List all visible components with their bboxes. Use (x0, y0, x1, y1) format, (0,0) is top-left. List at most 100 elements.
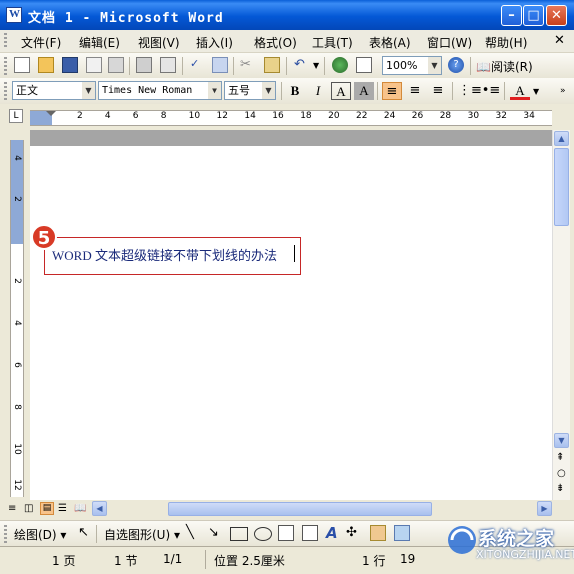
print-icon[interactable] (136, 57, 152, 73)
toolbar-separator (324, 57, 325, 75)
ruler-number: 26 (411, 111, 424, 121)
numbering-button[interactable]: ⋮≡ (458, 82, 482, 100)
scroll-right-icon[interactable]: ▶ (537, 501, 552, 516)
web-view-icon[interactable]: ◫ (24, 503, 33, 514)
clipart-icon[interactable] (370, 525, 386, 541)
font-select[interactable]: Times New Roman ▼ (98, 81, 222, 100)
menu-grip[interactable] (4, 33, 7, 49)
chevron-down-icon: ▼ (208, 82, 221, 99)
bullets-button[interactable]: •≡ (481, 82, 501, 100)
save-icon[interactable] (62, 57, 78, 73)
document-text[interactable]: WORD 文本超级链接不带下划线的办法 (52, 245, 277, 264)
read-button[interactable]: 📖阅读(R) (476, 58, 533, 75)
horizontal-ruler[interactable]: 2 4 6 8 10 12 14 16 18 20 22 24 26 28 30 32 34 (30, 110, 552, 126)
menu-help[interactable]: 帮助(H) (485, 34, 527, 51)
chevron-down-icon: ▼ (428, 57, 441, 74)
vertical-ruler-number: 10 (12, 443, 22, 455)
close-document-icon[interactable]: ✕ (554, 33, 565, 48)
hyperlink-icon[interactable] (332, 57, 348, 73)
document-page[interactable]: WORD 文本超级链接不带下划线的办法 5 (30, 130, 552, 500)
line-icon[interactable]: ╲ (186, 525, 194, 540)
help-icon[interactable]: ? (448, 57, 464, 73)
align-left-button[interactable]: ≡ (382, 82, 402, 100)
close-button[interactable]: ✕ (546, 5, 567, 26)
picture-icon[interactable] (394, 525, 410, 541)
status-divider (205, 550, 206, 569)
undo-icon[interactable]: ↶ (294, 57, 310, 73)
menu-file[interactable]: 文件(F) (21, 34, 61, 51)
char-shading-button[interactable]: A (354, 82, 374, 100)
arrow-icon[interactable]: ↘ (208, 525, 219, 540)
menu-edit[interactable]: 编辑(E) (79, 34, 120, 51)
toolbar-separator (377, 82, 378, 100)
align-right-button[interactable]: ≡ (428, 82, 448, 100)
rectangle-icon[interactable] (230, 527, 248, 541)
reading-view-icon[interactable]: 📖 (74, 503, 86, 514)
table-icon[interactable] (356, 57, 372, 73)
undo-dropdown-icon[interactable]: ▼ (313, 61, 319, 70)
chevron-down-icon: ▼ (262, 82, 275, 99)
new-document-icon[interactable] (14, 57, 30, 73)
ruler-number: 14 (244, 111, 256, 121)
horizontal-scroll-thumb[interactable] (168, 502, 432, 516)
wordart-icon[interactable]: A (326, 524, 338, 542)
print-preview-icon[interactable] (160, 57, 176, 73)
select-pointer-icon[interactable]: ↖ (78, 525, 89, 540)
word-app-icon[interactable] (6, 7, 22, 23)
minimize-button[interactable]: – (501, 5, 522, 26)
menu-tools[interactable]: 工具(T) (312, 34, 353, 51)
textbox-icon[interactable] (278, 525, 294, 541)
vertical-ruler-numbers: 4 2 2 4 6 8 10 12 (11, 140, 23, 497)
oval-icon[interactable] (254, 527, 272, 541)
vertical-ruler[interactable]: 4 2 2 4 6 8 10 12 (10, 140, 24, 497)
font-color-dropdown-icon[interactable]: ▼ (533, 87, 539, 96)
font-size-select[interactable]: 五号 ▼ (224, 81, 276, 100)
menu-window[interactable]: 窗口(W) (427, 34, 472, 51)
autoshapes-button[interactable]: 自选图形(U) ▾ (104, 526, 180, 543)
menu-insert[interactable]: 插入(I) (196, 34, 233, 51)
char-border-button[interactable]: A (331, 82, 351, 100)
cut-icon[interactable]: ✂ (240, 57, 256, 73)
align-center-button[interactable]: ≡ (405, 82, 425, 100)
spelling-icon[interactable]: ✓ (190, 57, 206, 73)
research-icon[interactable] (212, 57, 228, 73)
autoshapes-label: 自选图形(U) (104, 528, 171, 542)
vertical-ruler-number: 6 (12, 362, 22, 368)
toolbar-overflow-icon[interactable]: » (560, 86, 566, 96)
previous-page-icon[interactable]: ⇞ (556, 452, 564, 463)
draw-menu-button[interactable]: 绘图(D) ▾ (14, 526, 66, 543)
read-label: 阅读(R) (490, 60, 533, 74)
permission-icon[interactable] (86, 57, 102, 73)
font-color-button[interactable]: A (510, 82, 530, 100)
maximize-button[interactable]: □ (523, 5, 544, 26)
style-select[interactable]: 正文 ▼ (12, 81, 96, 100)
print-view-icon[interactable]: ▤ (40, 502, 54, 515)
scroll-left-icon[interactable]: ◀ (92, 501, 107, 516)
vertical-scroll-thumb[interactable] (554, 148, 569, 226)
diagram-icon[interactable]: ✣ (346, 525, 357, 540)
menu-format[interactable]: 格式(O) (254, 34, 297, 51)
email-icon[interactable] (108, 57, 124, 73)
toolbar-grip[interactable] (4, 525, 7, 543)
italic-button[interactable]: I (308, 82, 328, 100)
next-page-icon[interactable]: ⇟ (556, 483, 564, 494)
normal-view-icon[interactable]: ≡ (8, 503, 16, 514)
toolbar-separator (233, 57, 234, 75)
browse-object-icon[interactable]: ○ (557, 468, 566, 479)
menu-view[interactable]: 视图(V) (138, 34, 180, 51)
bold-button[interactable]: B (285, 82, 305, 100)
paste-icon[interactable] (264, 57, 280, 73)
scroll-up-icon[interactable]: ▲ (554, 131, 569, 146)
zoom-select[interactable]: 100% ▼ (382, 56, 442, 75)
outline-view-icon[interactable]: ☰ (58, 503, 67, 514)
menu-table[interactable]: 表格(A) (369, 34, 411, 51)
scroll-down-icon[interactable]: ▼ (554, 433, 569, 448)
vertical-scrollbar[interactable]: ▲ ▼ ⇞ ○ ⇟ (552, 130, 570, 500)
toolbar-grip[interactable] (4, 57, 7, 75)
toolbar-grip[interactable] (4, 82, 7, 100)
toolbar-separator (452, 82, 453, 100)
open-folder-icon[interactable] (38, 57, 54, 73)
tab-selector[interactable]: L (9, 109, 23, 123)
zoom-value: 100% (386, 59, 418, 72)
vertical-textbox-icon[interactable] (302, 525, 318, 541)
